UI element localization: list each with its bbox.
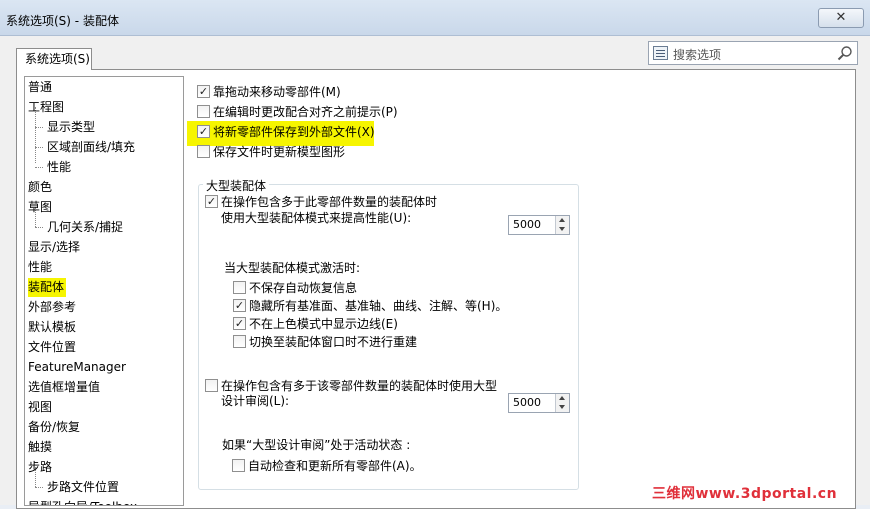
auto-check-checkbox[interactable]	[232, 459, 245, 472]
sidebar-item-display-selection[interactable]: 显示/选择	[28, 238, 80, 257]
close-icon: ✕	[835, 10, 847, 25]
sidebar-item-sketch[interactable]: 草图	[28, 198, 52, 217]
window-title: 系统选项(S) - 装配体	[6, 14, 119, 28]
save-external-label: 将新零部件保存到外部文件(X)	[213, 125, 375, 139]
when-active-label: 当大型装配体模式激活时:	[224, 261, 361, 275]
search-input[interactable]: 搜索选项	[648, 41, 858, 65]
spin-down-icon[interactable]	[559, 405, 565, 409]
large-assembly-group-title: 大型装配体	[203, 177, 270, 194]
prompt-edit-checkbox[interactable]	[197, 105, 210, 118]
use-large-assembly-checkbox[interactable]: ✓	[205, 195, 218, 208]
window-titlebar: 系统选项(S) - 装配体 ✕	[0, 0, 870, 36]
options-list-icon	[653, 46, 668, 60]
sidebar-item-display-style[interactable]: 显示类型	[47, 118, 95, 137]
prompt-edit-label: 在编辑时更改配合对齐之前提示(P)	[213, 105, 398, 119]
sidebar-item-relations-snaps[interactable]: 几何关系/捕捉	[47, 218, 123, 237]
spin-down-icon[interactable]	[559, 227, 565, 231]
sidebar-item-assemblies[interactable]: 装配体	[28, 278, 67, 297]
use-large-assembly-label-2: 使用大型装配体模式来提高性能(U):	[221, 211, 412, 225]
no-autorecover-checkbox[interactable]	[233, 281, 246, 294]
sidebar-item-view[interactable]: 视图	[28, 398, 52, 417]
auto-check-label: 自动检查和更新所有零部件(A)。	[248, 459, 422, 473]
sidebar-item-drawings-performance[interactable]: 性能	[47, 158, 71, 177]
sidebar-item-routing-file-locations[interactable]: 步路文件位置	[47, 478, 119, 497]
large-assembly-threshold-value: 5000	[513, 218, 541, 231]
hide-planes-label: 隐藏所有基准面、基准轴、曲线、注解、等(H)。	[249, 299, 508, 313]
close-button[interactable]: ✕	[818, 8, 864, 28]
sidebar-item-performance[interactable]: 性能	[28, 258, 52, 277]
large-design-review-checkbox[interactable]	[205, 379, 218, 392]
no-autorecover-label: 不保存自动恢复信息	[249, 281, 358, 295]
large-assembly-threshold-stepper[interactable]: 5000	[508, 215, 570, 235]
drag-move-label: 靠拖动来移动零部件(M)	[213, 85, 341, 99]
sidebar-item-file-locations[interactable]: 文件位置	[28, 338, 76, 357]
sidebar-item-spin-box-increments[interactable]: 选值框增量值	[28, 378, 100, 397]
sidebar-item-default-templates[interactable]: 默认模板	[28, 318, 76, 337]
save-external-checkbox[interactable]: ✓	[197, 125, 210, 138]
search-icon[interactable]	[837, 45, 853, 61]
spin-up-icon[interactable]	[559, 396, 565, 400]
sidebar-item-external-references[interactable]: 外部参考	[28, 298, 76, 317]
sidebar-item-backup-recover[interactable]: 备份/恢复	[28, 418, 80, 437]
design-review-threshold-value: 5000	[513, 396, 541, 409]
hide-planes-checkbox[interactable]: ✓	[233, 299, 246, 312]
sidebar-item-colors[interactable]: 颜色	[28, 178, 52, 197]
drag-move-checkbox[interactable]: ✓	[197, 85, 210, 98]
large-design-review-label-2: 设计审阅(L):	[221, 394, 290, 408]
update-graphics-checkbox[interactable]	[197, 145, 210, 158]
watermark: 三维网www.3dportal.cn	[652, 486, 838, 502]
design-review-threshold-stepper[interactable]: 5000	[508, 393, 570, 413]
when-review-label: 如果“大型设计审阅”处于活动状态 :	[222, 438, 411, 452]
no-edges-checkbox[interactable]: ✓	[233, 317, 246, 330]
sidebar-item-featuremanager[interactable]: FeatureManager	[28, 358, 126, 377]
no-edges-label: 不在上色模式中显示边线(E)	[249, 317, 398, 331]
sidebar-item-routing[interactable]: 步路	[28, 458, 52, 477]
search-placeholder: 搜索选项	[673, 48, 722, 62]
sidebar-item-drawings[interactable]: 工程图	[28, 98, 64, 117]
sidebar-item-general[interactable]: 普通	[28, 78, 52, 97]
no-rebuild-label: 切换至装配体窗口时不进行重建	[249, 335, 418, 349]
options-tree: 普通 工程图 显示类型 区域剖面线/填充 性能 颜色 草图 几何关系/捕捉 显示…	[24, 76, 184, 506]
update-graphics-label: 保存文件时更新模型图形	[213, 145, 346, 159]
sidebar-item-area-hatch[interactable]: 区域剖面线/填充	[47, 138, 135, 157]
sidebar-item-touch[interactable]: 触摸	[28, 438, 52, 457]
spin-up-icon[interactable]	[559, 218, 565, 222]
tab-system-options[interactable]: 系统选项(S)	[16, 48, 92, 70]
no-rebuild-checkbox[interactable]	[233, 335, 246, 348]
